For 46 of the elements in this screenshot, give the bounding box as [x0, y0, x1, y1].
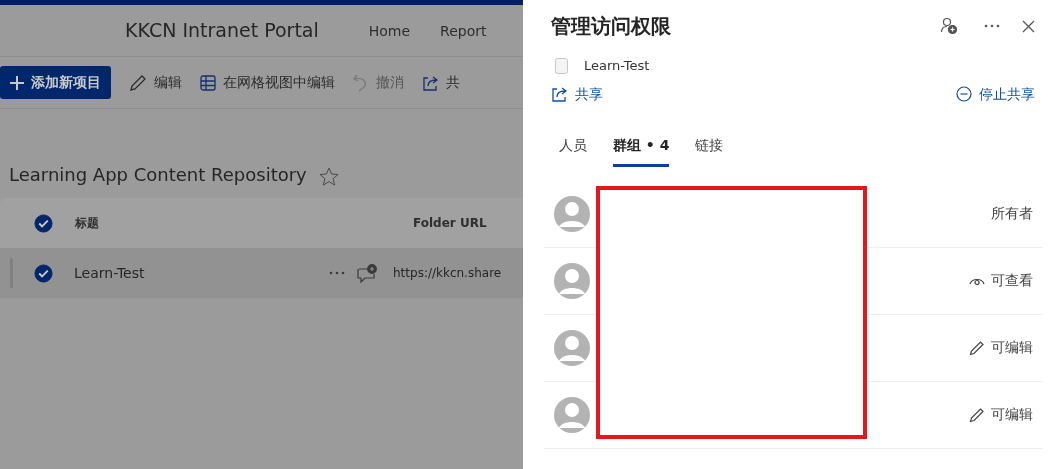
star-icon[interactable] [318, 166, 339, 186]
site-title: KKCN Intranet Portal [125, 18, 319, 44]
item-url[interactable]: https://kkcn.share [393, 264, 502, 282]
add-person-icon[interactable] [940, 17, 958, 35]
comment-icon[interactable] [357, 263, 377, 283]
pencil-icon [969, 406, 985, 423]
item-name: Learn-Test [584, 57, 650, 75]
share-icon [551, 86, 568, 102]
avatar [554, 396, 590, 433]
stop-sharing-link[interactable]: 停止共享 [956, 83, 1035, 105]
permission-label[interactable]: 可查看 [969, 270, 1033, 291]
avatar [554, 195, 590, 232]
permission-label[interactable]: 可编辑 [969, 404, 1033, 425]
more-icon[interactable] [329, 271, 345, 275]
permission-label[interactable]: 可编辑 [969, 337, 1033, 358]
toolbar-button[interactable]: 编辑 [129, 72, 182, 93]
list-title: Learning App Content Repository [9, 163, 307, 187]
table-row[interactable]: Learn-Test https://kkcn.share [0, 248, 523, 298]
checkbox[interactable] [34, 213, 53, 233]
grid-icon [200, 74, 216, 91]
tab[interactable]: 人员 [559, 134, 587, 167]
column-header[interactable]: Folder URL [413, 214, 487, 232]
avatar [554, 329, 590, 366]
share-icon [422, 74, 439, 91]
pencil-icon [129, 73, 147, 92]
tab[interactable]: 链接 [695, 134, 724, 167]
checkbox[interactable] [34, 263, 53, 283]
add-item-button[interactable]: 添加新项目 [0, 66, 111, 99]
permission-label[interactable]: 所有者 [991, 203, 1033, 224]
toolbar-button[interactable]: 共 [422, 72, 460, 93]
close-icon[interactable] [1022, 19, 1035, 33]
toolbar-button[interactable]: 在网格视图中编辑 [200, 72, 335, 93]
plus-icon [10, 75, 24, 90]
nav-link[interactable]: Report [440, 22, 487, 39]
minus-circle-icon [956, 86, 972, 102]
item-title[interactable]: Learn-Test [74, 262, 329, 284]
file-icon [555, 57, 568, 74]
pencil-icon [969, 339, 985, 356]
more-icon[interactable] [984, 24, 1000, 28]
share-link[interactable]: 共享 [551, 83, 603, 105]
undo-icon [353, 73, 369, 92]
column-header[interactable]: 标题 [75, 214, 99, 232]
panel-title: 管理访问权限 [551, 13, 671, 40]
tab[interactable]: 群组 • 4 [613, 134, 670, 167]
avatar [554, 262, 590, 299]
nav-link[interactable]: Home [368, 22, 411, 39]
